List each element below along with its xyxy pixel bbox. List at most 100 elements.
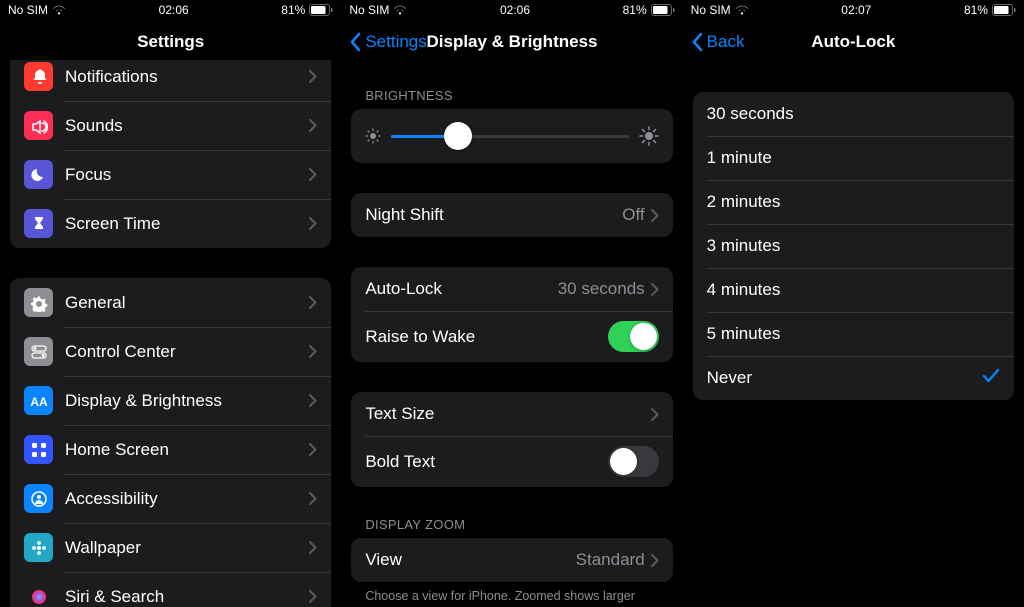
display-zoom-header: DISPLAY ZOOM (365, 517, 658, 532)
chevron-right-icon (651, 209, 659, 222)
option-label: 5 minutes (707, 324, 1000, 344)
settings-row-homescreen[interactable]: Home Screen (10, 425, 331, 474)
autolock-option[interactable]: 1 minute (693, 136, 1014, 180)
chevron-right-icon (309, 541, 317, 554)
night-shift-row[interactable]: Night Shift Off (351, 193, 672, 237)
settings-row-controlcenter[interactable]: Control Center (10, 327, 331, 376)
sounds-icon (24, 111, 53, 140)
screentime-icon (24, 209, 53, 238)
controlcenter-icon (24, 337, 53, 366)
settings-row-sounds[interactable]: Sounds (10, 101, 331, 150)
display-zoom-footer: Choose a view for iPhone. Zoomed shows l… (365, 588, 658, 607)
settings-row-screentime[interactable]: Screen Time (10, 199, 331, 248)
status-bar: No SIM 02:07 81% (683, 0, 1024, 20)
chevron-right-icon (309, 590, 317, 603)
settings-row-general[interactable]: General (10, 278, 331, 327)
option-label: 30 seconds (707, 104, 1000, 124)
chevron-right-icon (309, 70, 317, 83)
wifi-icon (52, 5, 66, 15)
notifications-icon (24, 62, 53, 91)
display-icon: AA (24, 386, 53, 415)
settings-row-wallpaper[interactable]: Wallpaper (10, 523, 331, 572)
brightness-slider[interactable] (391, 121, 628, 151)
settings-row-label: Focus (65, 165, 309, 185)
battery-icon (992, 4, 1016, 16)
chevron-right-icon (309, 394, 317, 407)
settings-row-label: Wallpaper (65, 538, 309, 558)
page-title: Auto-Lock (811, 32, 895, 52)
battery-icon (309, 4, 333, 16)
status-bar: No SIM 02:06 81% (0, 0, 341, 20)
settings-row-label: Accessibility (65, 489, 309, 509)
svg-text:AA: AA (30, 395, 48, 409)
autolock-option[interactable]: Never (693, 356, 1014, 400)
chevron-right-icon (309, 217, 317, 230)
nav-bar: Back Auto-Lock (683, 20, 1024, 64)
settings-row-label: Siri & Search (65, 587, 309, 607)
option-label: Never (707, 368, 982, 388)
brightness-header: BRIGHTNESS (365, 88, 658, 103)
chevron-right-icon (309, 168, 317, 181)
back-button[interactable]: Back (691, 32, 745, 52)
autolock-option[interactable]: 4 minutes (693, 268, 1014, 312)
settings-row-label: Home Screen (65, 440, 309, 460)
autolock-options: 30 seconds 1 minute 2 minutes 3 minutes … (693, 92, 1014, 400)
view-row[interactable]: View Standard (351, 538, 672, 582)
settings-group-2: General Control Center AA Display & Brig… (10, 278, 331, 607)
auto-lock-row[interactable]: Auto-Lock 30 seconds (351, 267, 672, 311)
chevron-right-icon (651, 283, 659, 296)
option-label: 4 minutes (707, 280, 1000, 300)
chevron-right-icon (309, 119, 317, 132)
accessibility-icon (24, 484, 53, 513)
wallpaper-icon (24, 533, 53, 562)
settings-row-label: Notifications (65, 67, 309, 87)
checkmark-icon (982, 368, 1000, 389)
wifi-icon (393, 5, 407, 15)
general-icon (24, 288, 53, 317)
status-bar: No SIM 02:06 81% (341, 0, 682, 20)
chevron-right-icon (309, 345, 317, 358)
option-label: 3 minutes (707, 236, 1000, 256)
option-label: 2 minutes (707, 192, 1000, 212)
chevron-right-icon (651, 408, 659, 421)
page-title: Settings (137, 32, 204, 52)
settings-row-siri[interactable]: Siri & Search (10, 572, 331, 607)
brightness-thumb (444, 122, 472, 150)
sun-high-icon (639, 126, 659, 146)
sun-low-icon (365, 128, 381, 144)
settings-row-accessibility[interactable]: Accessibility (10, 474, 331, 523)
bold-text-row[interactable]: Bold Text (351, 436, 672, 487)
brightness-slider-row[interactable] (351, 109, 672, 163)
settings-row-label: Control Center (65, 342, 309, 362)
bold-text-switch[interactable] (608, 446, 659, 477)
battery-icon (651, 4, 675, 16)
settings-row-display[interactable]: AA Display & Brightness (10, 376, 331, 425)
wifi-icon (735, 5, 749, 15)
settings-group-1: Notifications Sounds Focus Screen Time (10, 60, 331, 248)
back-button[interactable]: Settings (349, 32, 426, 52)
option-label: 1 minute (707, 148, 1000, 168)
chevron-right-icon (309, 443, 317, 456)
homescreen-icon (24, 435, 53, 464)
chevron-right-icon (309, 296, 317, 309)
siri-icon (24, 582, 53, 607)
autolock-option[interactable]: 30 seconds (693, 92, 1014, 136)
autolock-option[interactable]: 3 minutes (693, 224, 1014, 268)
settings-row-label: Screen Time (65, 214, 309, 234)
autolock-option[interactable]: 2 minutes (693, 180, 1014, 224)
settings-row-label: Sounds (65, 116, 309, 136)
autolock-option[interactable]: 5 minutes (693, 312, 1014, 356)
chevron-right-icon (651, 554, 659, 567)
settings-row-label: Display & Brightness (65, 391, 309, 411)
raise-to-wake-switch[interactable] (608, 321, 659, 352)
nav-bar: Settings Display & Brightness (341, 20, 682, 64)
settings-row-notifications[interactable]: Notifications (10, 60, 331, 101)
chevron-right-icon (309, 492, 317, 505)
settings-row-label: General (65, 293, 309, 313)
nav-bar: Settings (0, 20, 341, 64)
page-title: Display & Brightness (426, 32, 597, 52)
text-size-row[interactable]: Text Size (351, 392, 672, 436)
raise-to-wake-row[interactable]: Raise to Wake (351, 311, 672, 362)
focus-icon (24, 160, 53, 189)
settings-row-focus[interactable]: Focus (10, 150, 331, 199)
